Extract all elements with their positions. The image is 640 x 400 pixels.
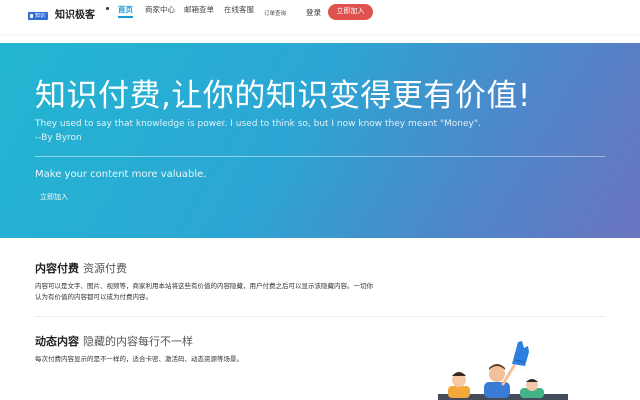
feature-title-paid-content: 内容付费 资源付费 [35,262,127,276]
person-left [448,372,470,398]
nav-online-support[interactable]: 在线客服 [224,5,254,15]
hero-slogan: Make your content more valuable. [35,169,207,180]
people-illustration [438,341,568,400]
feature-title-sub: 隐藏的内容每行不一样 [83,335,193,348]
hero-join-button[interactable]: 立即加入 [40,193,68,203]
site-logo[interactable]: 知识客 知识极客 [28,10,95,27]
feature-title-dynamic-content: 动态内容 隐藏的内容每行不一样 [35,335,193,349]
logo-text: 知识极客 [55,10,95,21]
feature-title-main: 内容付费 [35,262,79,275]
top-header: 知识客 知识极客 首页 商家中心 邮箱查单 在线客服 订单查询 登录 立即加入 [0,0,640,34]
feature-desc-paid-content: 内容可以是文字、图片、视频等，商家利用本站将这些有价值的内容隐藏，用户付费之后可… [35,282,373,301]
nav-dot-icon [106,7,109,10]
login-link[interactable]: 登录 [306,8,321,18]
logo-icon: 知识客 [28,12,48,27]
nav-email-order-lookup[interactable]: 邮箱查单 [184,5,214,15]
nav-order-query[interactable]: 订单查询 [264,9,286,19]
hero-title: 知识付费,让你的知识变得更有价值! [35,78,531,114]
feature-title-sub: 资源付费 [83,262,127,275]
nav-home[interactable]: 首页 [118,5,133,15]
hero-divider [35,156,605,157]
join-button[interactable]: 立即加入 [328,4,373,20]
hero-quote-author: --By Byron [35,133,82,143]
foam-hand-icon [512,341,529,366]
hero-banner: 知识付费,让你的知识变得更有价值! They used to say that … [0,43,640,238]
nav-active-indicator [118,16,133,18]
person-right [520,379,544,398]
nav-merchant-center[interactable]: 商家中心 [145,5,175,15]
feature-divider [35,316,605,317]
hero-quote: They used to say that knowledge is power… [35,119,481,129]
feature-title-main: 动态内容 [35,335,79,348]
feature-desc-dynamic-content: 每次付费内容显示的是不一样的，适合卡密、激活码、动态资源等场景。 [35,355,243,363]
logo-badge-text: 知识客 [35,13,46,27]
person-middle [484,364,516,398]
